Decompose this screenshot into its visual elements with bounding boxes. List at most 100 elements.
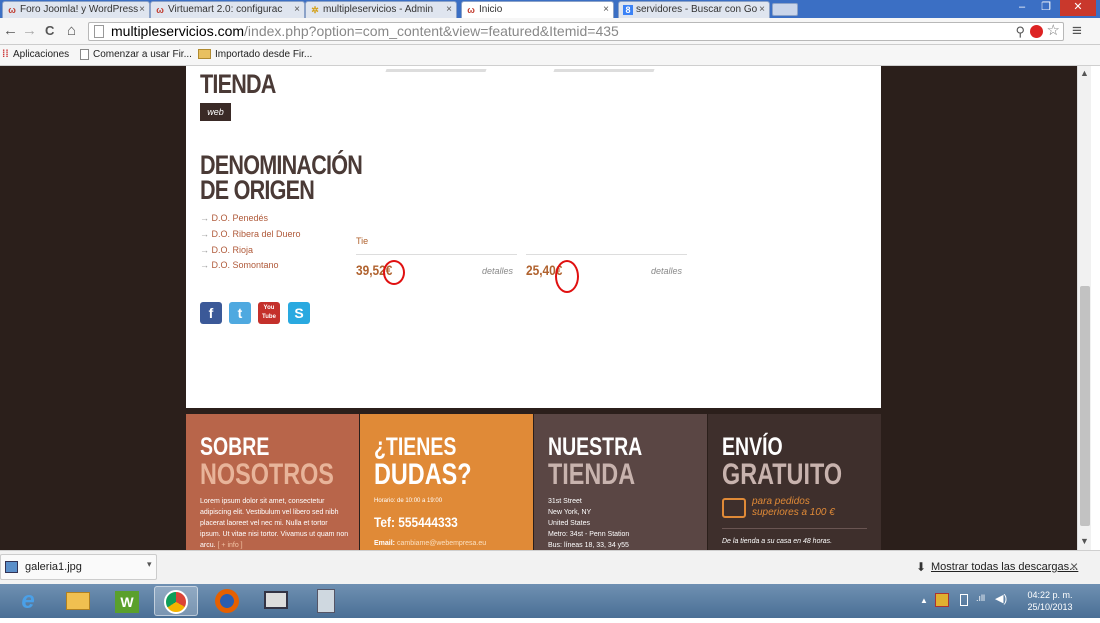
joomla-favicon-icon: ✲ xyxy=(311,5,319,15)
file-explorer-icon[interactable] xyxy=(56,586,100,616)
hours-text: Horario: de 10:00 a 19:00 xyxy=(374,498,443,504)
tab-close-icon[interactable]: × xyxy=(294,2,300,17)
webmatrix-icon[interactable]: W xyxy=(105,586,149,616)
tab-close-icon[interactable]: × xyxy=(759,2,765,17)
apps-grid-icon: ⁞⁞ xyxy=(2,49,9,60)
show-all-downloads-link[interactable]: Mostrar todas las descargas... xyxy=(931,561,1078,573)
footer-sobre: SOBRE NOSOTROS Lorem ipsum dolor sit ame… xyxy=(186,414,359,550)
address-line: Bus: líneas 18, 33, 34 y55 xyxy=(548,542,629,549)
main-content: TIENDA web DENOMINACIÓN DE ORIGEN → D.O.… xyxy=(186,66,881,408)
do-link-somontano[interactable]: → D.O. Somontano xyxy=(200,260,279,271)
product-image-edge xyxy=(385,69,487,72)
tab-close-icon[interactable]: × xyxy=(603,2,609,17)
footer-subtitle: GRATUITO xyxy=(722,458,843,491)
reload-button[interactable]: C xyxy=(45,22,54,40)
site-footer: SOBRE NOSOTROS Lorem ipsum dolor sit ame… xyxy=(186,414,881,550)
remote-desktop-icon[interactable] xyxy=(254,586,298,616)
details-link[interactable]: detalles xyxy=(651,266,682,276)
promo-text: para pedidos superiores a 100 € xyxy=(752,496,835,518)
scroll-down-icon[interactable]: ▼ xyxy=(1080,536,1089,546)
do-link-penedes[interactable]: → D.O. Penedés xyxy=(200,213,268,224)
clock-time: 04:22 p. m. xyxy=(1027,590,1073,600)
menu-button[interactable]: ≡ xyxy=(1072,22,1082,40)
tienda-heading: TIENDA xyxy=(200,69,276,99)
extension-icon[interactable] xyxy=(1030,25,1043,38)
more-info-link[interactable]: [ + info ] xyxy=(218,542,243,549)
address-bar[interactable]: multipleservicios.com/index.php?option=c… xyxy=(88,22,1064,41)
folder-icon xyxy=(198,49,211,59)
volume-icon[interactable]: ◀) xyxy=(995,592,1007,605)
dropdown-icon[interactable]: ▾ xyxy=(147,559,152,570)
show-hidden-icons[interactable]: ▲ xyxy=(920,596,928,605)
download-arrow-icon: ⬇ xyxy=(916,560,927,574)
vertical-scrollbar[interactable]: ▲ ▼ xyxy=(1077,66,1091,550)
phone-text: Tef: 555444333 xyxy=(374,514,458,530)
toolbar: ← → C ⌂ multipleservicios.com/index.php?… xyxy=(0,18,1100,45)
youtube-icon[interactable]: You Tube xyxy=(258,302,280,324)
chrome-icon[interactable] xyxy=(154,586,198,616)
email-link[interactable]: cambiame@webempresa.eu xyxy=(397,540,486,547)
back-button[interactable]: ← xyxy=(3,22,18,40)
details-link[interactable]: detalles xyxy=(482,266,513,276)
tab-close-icon[interactable]: × xyxy=(139,2,145,17)
do-link-ribera[interactable]: → D.O. Ribera del Duero xyxy=(200,229,301,240)
bookmark-apps[interactable]: Aplicaciones xyxy=(13,49,69,61)
footer-subtitle: DUDAS? xyxy=(374,458,472,491)
email-line: Email: cambiame@webempresa.eu xyxy=(374,540,487,547)
search-icon[interactable]: ⚲ xyxy=(1015,23,1025,40)
twitter-icon[interactable]: t xyxy=(229,302,251,324)
bookmark-comenzar[interactable]: Comenzar a usar Fir... xyxy=(93,49,192,61)
divider xyxy=(356,254,517,255)
truck-icon xyxy=(722,498,746,518)
web-badge[interactable]: web xyxy=(200,103,231,121)
forward-button[interactable]: → xyxy=(22,22,37,40)
page-viewport: TIENDA web DENOMINACIÓN DE ORIGEN → D.O.… xyxy=(0,66,1077,550)
close-download-bar-button[interactable]: × xyxy=(1070,558,1078,574)
tab-google-search[interactable]: 8 servidores - Buscar con Go × xyxy=(618,1,770,18)
page-icon xyxy=(94,25,104,38)
footer-title: SOBRE xyxy=(200,433,270,461)
product-image-edge xyxy=(553,69,655,72)
facebook-icon[interactable]: f xyxy=(200,302,222,324)
site-favicon-icon: ω xyxy=(156,5,164,15)
new-tab-button[interactable] xyxy=(772,3,798,16)
bookmark-importado[interactable]: Importado desde Fir... xyxy=(215,49,312,61)
url-domain: multipleservicios.com xyxy=(111,23,245,39)
tab-admin[interactable]: ✲ multipleservicios - Admin × xyxy=(305,1,457,18)
scrollbar-thumb[interactable] xyxy=(1080,286,1090,526)
battery-icon[interactable] xyxy=(960,594,968,606)
scroll-up-icon[interactable]: ▲ xyxy=(1080,68,1089,78)
download-filename: galeria1.jpg xyxy=(25,561,82,573)
tray-app-icon[interactable] xyxy=(935,593,949,607)
tab-inicio[interactable]: ω Inicio × xyxy=(461,1,614,19)
firefox-icon[interactable] xyxy=(205,586,249,616)
address-line: Metro: 34st - Penn Station xyxy=(548,531,630,538)
restore-button[interactable]: ❐ xyxy=(1034,0,1058,16)
download-item[interactable]: galeria1.jpg ▾ xyxy=(0,554,157,580)
address-line: New York, NY xyxy=(548,509,592,516)
footer-text: Lorem ipsum dolor sit amet, consectetur … xyxy=(200,498,349,549)
image-file-icon xyxy=(5,561,18,573)
origen-heading: DE ORIGEN xyxy=(200,175,315,205)
tab-foro-joomla[interactable]: ω Foro Joomla! y WordPress × xyxy=(2,1,150,18)
tab-strip: ω Foro Joomla! y WordPress × ω Virtuemar… xyxy=(0,0,1100,19)
home-button[interactable]: ⌂ xyxy=(67,22,76,40)
download-bar: galeria1.jpg ▾ ⬇ Mostrar todas las desca… xyxy=(0,550,1100,584)
divider xyxy=(526,254,687,255)
network-signal-icon[interactable]: .ıll xyxy=(976,593,985,603)
address-line: United States xyxy=(548,520,591,527)
close-window-button[interactable]: ✕ xyxy=(1060,0,1096,16)
skype-icon[interactable]: S xyxy=(288,302,310,324)
tab-virtuemart[interactable]: ω Virtuemart 2.0: configurac × xyxy=(150,1,305,18)
bookmark-star-icon[interactable]: ☆ xyxy=(1047,22,1060,39)
minimize-button[interactable]: – xyxy=(1010,0,1034,16)
windows-taskbar: e W ▲ .ıll ◀) 04:22 p. m. 25/10/2013 xyxy=(0,584,1100,618)
product-label[interactable]: Tie xyxy=(356,236,368,246)
tab-close-icon[interactable]: × xyxy=(446,2,452,17)
calculator-icon[interactable] xyxy=(304,586,348,616)
bookmarks-bar: ⁞⁞ Aplicaciones Comenzar a usar Fir... I… xyxy=(0,45,1100,66)
annotation-circle xyxy=(383,260,405,285)
do-link-rioja[interactable]: → D.O. Rioja xyxy=(200,245,253,256)
internet-explorer-icon[interactable]: e xyxy=(6,586,50,616)
clock[interactable]: 04:22 p. m. 25/10/2013 xyxy=(1020,589,1080,613)
